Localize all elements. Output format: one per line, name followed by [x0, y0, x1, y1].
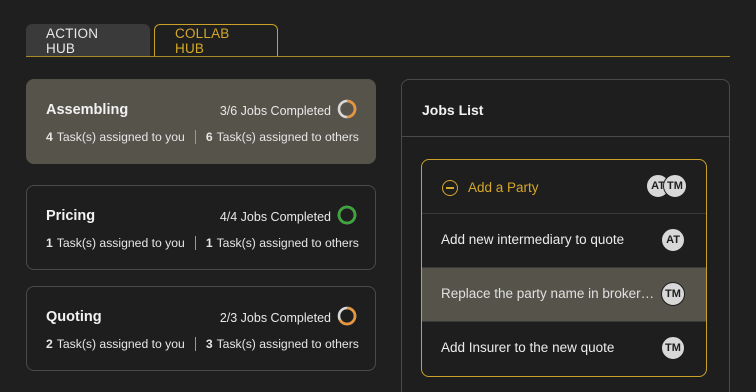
avatar: AT	[661, 228, 685, 252]
progress-ring-icon	[337, 205, 357, 225]
others-task-count: 3	[205, 337, 213, 351]
others-task-label: Task(s) assigned to others	[216, 236, 359, 250]
job-group-add-a-party: Add a Party AT TM Add new intermediary t…	[421, 159, 707, 377]
stage-title: Assembling	[46, 102, 129, 118]
job-label: Add new intermediary to quote	[441, 232, 625, 247]
my-task-count: 2	[46, 337, 53, 351]
jobs-completed-text: 3/6 Jobs Completed	[219, 104, 331, 118]
job-label: Replace the party name in broker…	[441, 286, 655, 301]
task-counts: 4 Task(s) assigned to you 6 Task(s) assi…	[46, 130, 359, 144]
job-item[interactable]: Add Insurer to the new quote TM	[422, 321, 706, 375]
job-group-header[interactable]: Add a Party AT TM	[422, 160, 706, 212]
my-task-label: Task(s) assigned to you	[56, 130, 185, 144]
stage-title: Pricing	[46, 208, 96, 224]
others-task-count: 1	[205, 236, 213, 250]
avatar: TM	[661, 336, 685, 360]
tab-action-hub[interactable]: ACTION HUB	[26, 24, 150, 57]
tab-underline	[26, 56, 730, 57]
job-label: Add Insurer to the new quote	[441, 340, 615, 355]
progress-ring-icon	[337, 306, 357, 326]
jobs-completed-text: 2/3 Jobs Completed	[219, 311, 331, 325]
panel-divider	[402, 136, 729, 137]
stage-card-pricing[interactable]: Pricing 4/4 Jobs Completed 1 Task(s) ass…	[26, 185, 376, 270]
jobs-list-panel: Jobs List Add a Party AT TM Add new inte…	[401, 79, 730, 392]
my-task-count: 1	[46, 236, 53, 250]
others-task-label: Task(s) assigned to others	[216, 337, 359, 351]
divider	[194, 236, 196, 250]
my-task-count: 4	[46, 130, 53, 144]
job-group-title: Add a Party	[468, 180, 539, 195]
avatar: TM	[661, 282, 685, 306]
divider	[194, 337, 196, 351]
task-counts: 2 Task(s) assigned to you 3 Task(s) assi…	[46, 337, 359, 351]
others-task-count: 6	[205, 130, 213, 144]
tab-collab-hub[interactable]: COLLAB HUB	[154, 24, 278, 57]
avatar: TM	[663, 174, 687, 198]
minus-circle-icon[interactable]	[442, 180, 458, 196]
stage-card-assembling[interactable]: Assembling 3/6 Jobs Completed 4 Task(s) …	[26, 79, 376, 164]
task-counts: 1 Task(s) assigned to you 1 Task(s) assi…	[46, 236, 359, 250]
others-task-label: Task(s) assigned to others	[216, 130, 359, 144]
my-task-label: Task(s) assigned to you	[56, 236, 185, 250]
jobs-list-title: Jobs List	[422, 102, 484, 118]
divider	[194, 130, 196, 144]
job-item[interactable]: Replace the party name in broker… TM	[422, 267, 706, 321]
ring-progress	[337, 205, 357, 225]
job-item[interactable]: Add new intermediary to quote AT	[422, 213, 706, 267]
stage-card-quoting[interactable]: Quoting 2/3 Jobs Completed 2 Task(s) ass…	[26, 286, 376, 371]
stage-title: Quoting	[46, 309, 102, 325]
jobs-completed-text: 4/4 Jobs Completed	[219, 210, 331, 224]
progress-ring-icon	[337, 99, 357, 119]
my-task-label: Task(s) assigned to you	[56, 337, 185, 351]
hub-tabs: ACTION HUB COLLAB HUB	[26, 24, 278, 57]
